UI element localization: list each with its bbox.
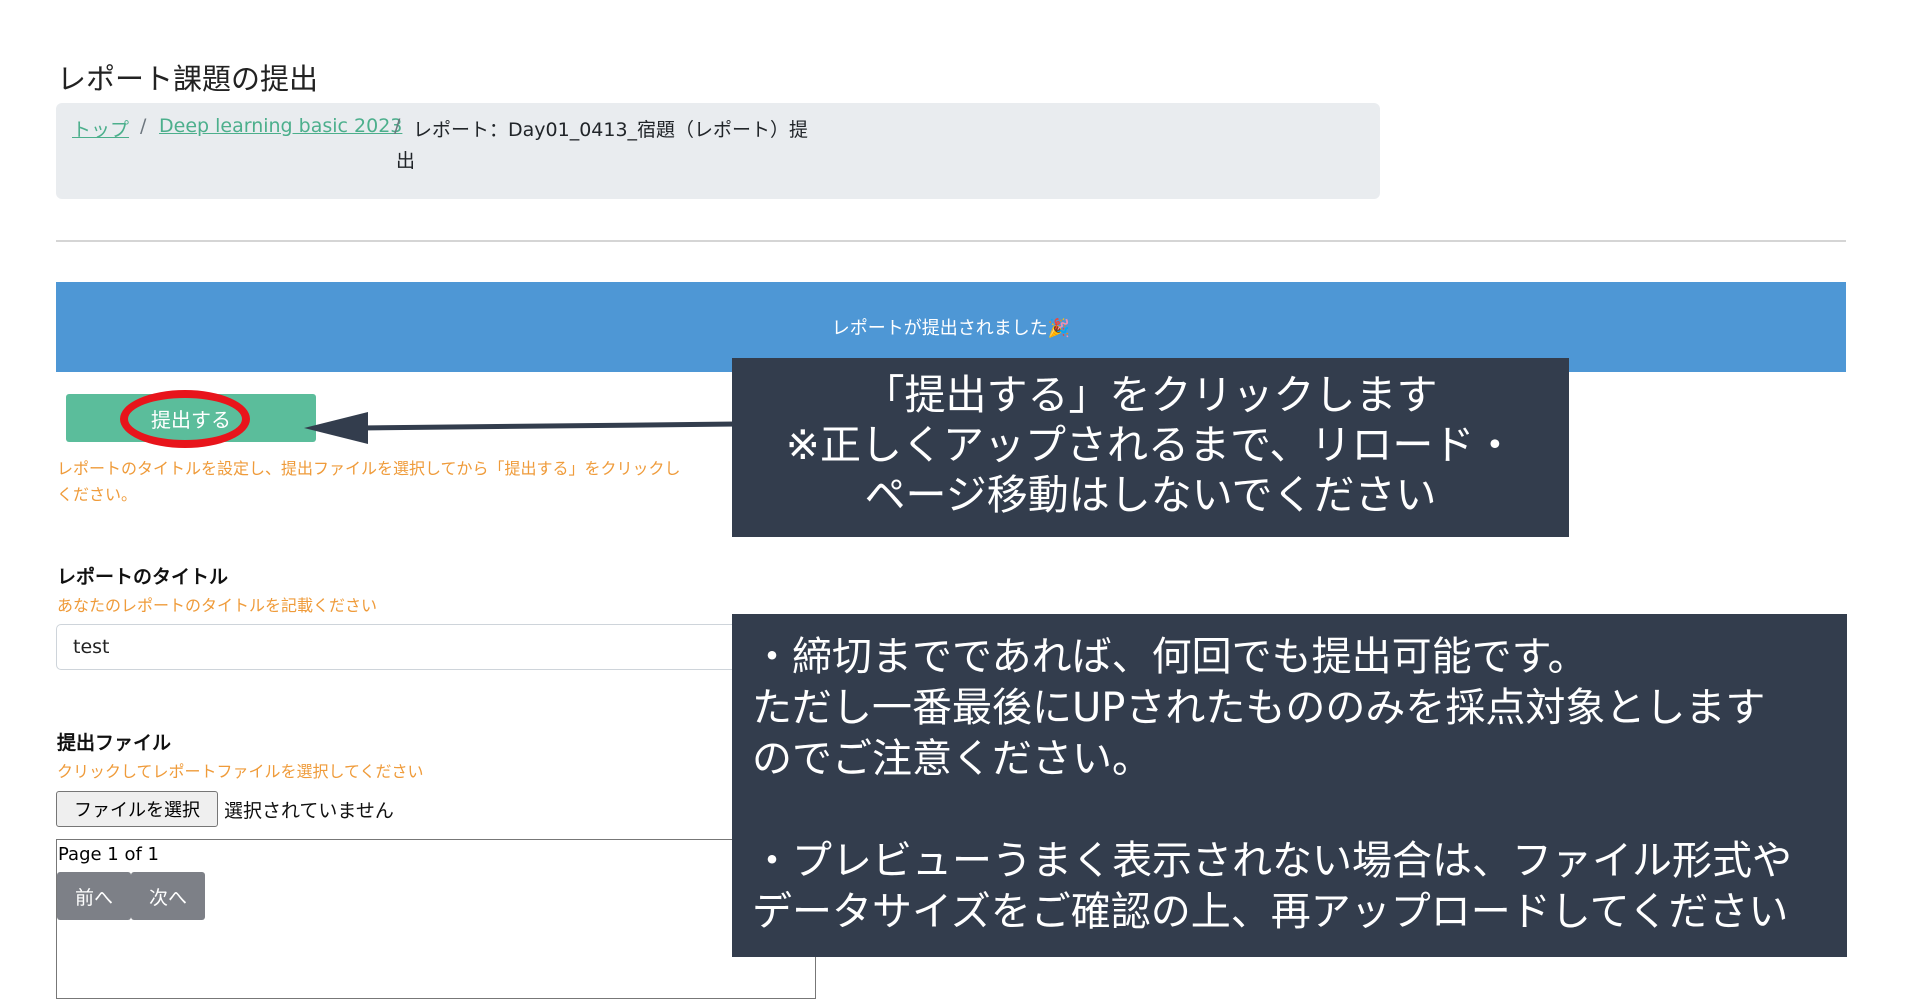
file-field-hint: クリックしてレポートファイルを選択してください [57, 762, 424, 781]
title-field-label: レポートのタイトル [57, 566, 229, 588]
callout-line: データサイズをご確認の上、再アップロードしてください [752, 889, 1789, 935]
file-field-label: 提出ファイル [57, 732, 172, 754]
breadcrumb-current-line: レポート：Day01_0413_宿題（レポート）提 [413, 119, 809, 141]
divider [56, 240, 1846, 242]
preview-page-info: Page 1 of 1 [58, 844, 159, 865]
callout-line: ※正しくアップされるまで、リロード・ [785, 421, 1516, 469]
submit-help-text: レポートのタイトルを設定し、提出ファイルを選択してから「提出する」をクリックし … [57, 456, 757, 508]
prev-page-label: 前へ [74, 886, 113, 909]
callout-line: ただし一番最後にUPされたもののみを採点対象とします [752, 685, 1766, 731]
choose-file-button[interactable]: ファイルを選択 [56, 791, 218, 827]
alert-message: レポートが提出されました🎉 [831, 318, 1071, 339]
submit-help-line: ください。 [57, 485, 138, 504]
next-page-button[interactable]: 次へ [131, 872, 205, 920]
notes-callout: ・締切までであれば、何回でも提出可能です。 ただし一番最後にUPされたもののみを… [732, 614, 1847, 957]
choose-file-label: ファイルを選択 [74, 800, 200, 821]
breadcrumb-course-link[interactable]: Deep learning basic 2023 [159, 115, 402, 137]
callout-spacer [752, 785, 1847, 836]
breadcrumb-separator: / [394, 115, 401, 137]
breadcrumb-separator: / [140, 115, 147, 137]
callout-line: ・締切までであれば、何回でも提出可能です。 [752, 634, 1588, 680]
instruction-callout: 「提出する」をクリックします ※正しくアップされるまで、リロード・ ページ移動は… [732, 358, 1569, 537]
title-field-hint: あなたのレポートのタイトルを記載ください [57, 596, 378, 615]
breadcrumb: トップ / Deep learning basic 2023 / レポート：Da… [56, 103, 1380, 199]
callout-line: ・プレビューうまく表示されない場合は、ファイル形式や [752, 838, 1792, 884]
callout-line: 「提出する」をクリックします [863, 371, 1438, 419]
submit-help-line: レポートのタイトルを設定し、提出ファイルを選択してから「提出する」をクリックし [57, 459, 681, 478]
file-status-text: 選択されていません [224, 800, 394, 822]
breadcrumb-home-link[interactable]: トップ [72, 115, 129, 142]
report-title-input[interactable]: test [56, 624, 816, 670]
page-title: レポート課題の提出 [57, 62, 319, 96]
preview-panel: Page 1 of 1 前へ 次へ [56, 839, 816, 999]
breadcrumb-current: レポート：Day01_0413_宿題（レポート）提 出 [396, 115, 853, 177]
callout-line: ページ移動はしないでください [864, 471, 1437, 519]
breadcrumb-current-line: 出 [396, 150, 416, 172]
next-page-label: 次へ [148, 886, 187, 909]
left-arrow-icon [304, 412, 737, 444]
highlight-ring [120, 390, 250, 448]
callout-line: のでご注意ください。 [752, 736, 1152, 782]
prev-page-button[interactable]: 前へ [57, 872, 131, 920]
